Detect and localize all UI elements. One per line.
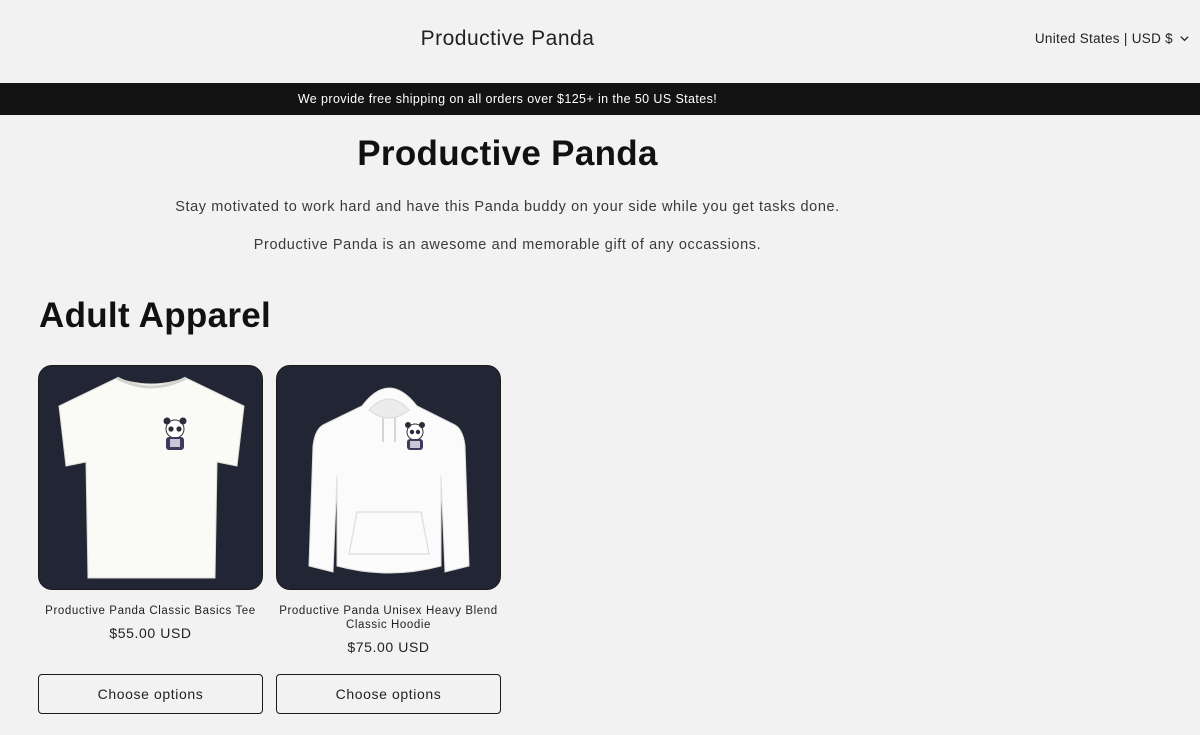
chevron-down-icon [1180, 36, 1189, 42]
product-card: Productive Panda Unisex Heavy Blend Clas… [276, 365, 501, 655]
page-title: Productive Panda [357, 134, 658, 173]
panda-print-icon [405, 422, 425, 450]
country-currency-selector[interactable]: United States | USD $ [1035, 31, 1190, 46]
hoodie-image [308, 387, 470, 574]
choose-options-button[interactable]: Choose options [38, 674, 263, 714]
announcement-bar: We provide free shipping on all orders o… [0, 83, 1200, 115]
product-image-hoodie[interactable] [276, 365, 501, 590]
product-price: $75.00 USD [347, 639, 430, 655]
locale-label: United States | USD $ [1034, 31, 1173, 46]
product-title[interactable]: Productive Panda Classic Basics Tee [38, 604, 263, 618]
choose-options-button[interactable]: Choose options [276, 674, 501, 714]
product-title[interactable]: Productive Panda Unisex Heavy Blend Clas… [276, 604, 501, 632]
panda-print-icon [163, 417, 187, 450]
product-price: $55.00 USD [109, 625, 192, 641]
hero-description: Productive Panda is an awesome and memor… [253, 237, 762, 253]
announcement-text: We provide free shipping on all orders o… [297, 92, 718, 106]
site-header: Productive Panda United States | USD $ [0, 0, 1200, 83]
tshirt-image [58, 376, 245, 579]
product-image-tshirt[interactable] [38, 365, 263, 590]
hero-description: Stay motivated to work hard and have thi… [175, 199, 840, 215]
site-logo-text[interactable]: Productive Panda [0, 27, 1015, 51]
collection-title: Adult Apparel [39, 296, 272, 335]
product-card: Productive Panda Classic Basics Tee $55.… [38, 365, 263, 641]
